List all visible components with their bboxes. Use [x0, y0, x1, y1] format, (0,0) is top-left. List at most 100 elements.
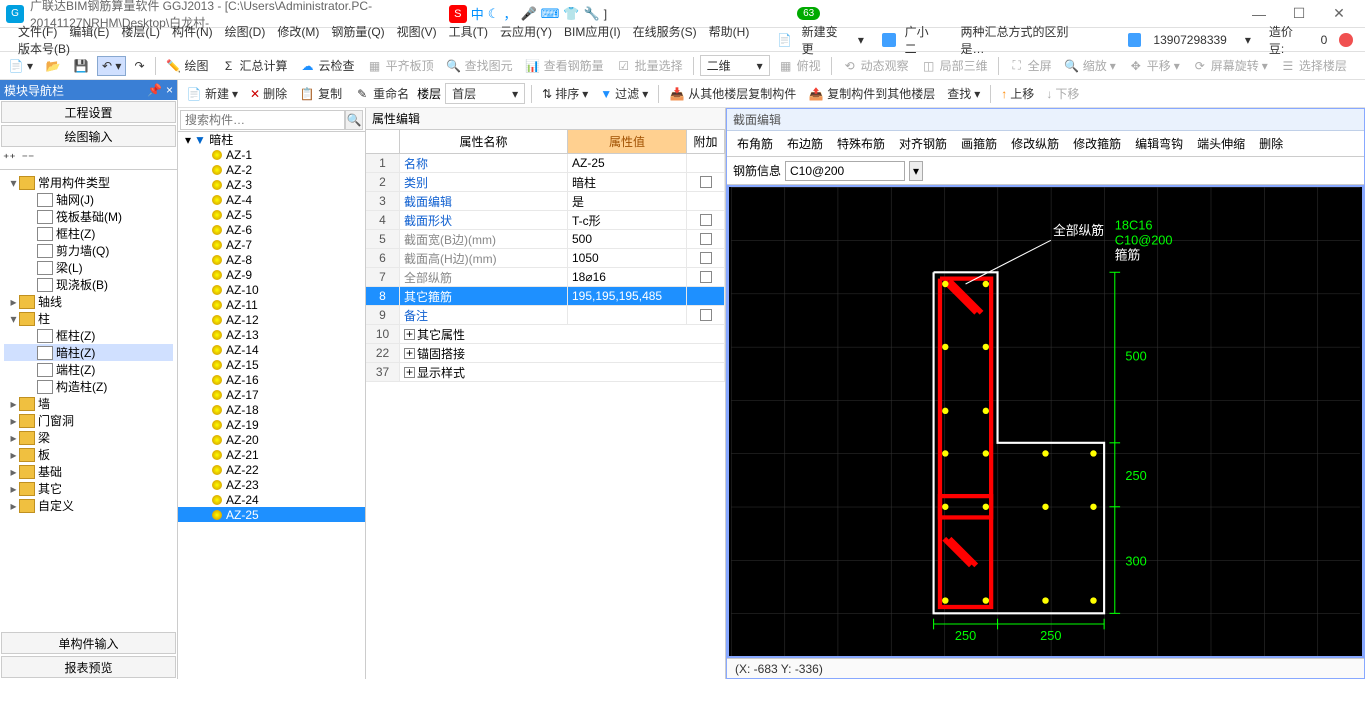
tree-item[interactable]: 框柱(Z) — [4, 225, 173, 242]
property-row[interactable]: 2类别暗柱 — [366, 173, 725, 192]
tree-item[interactable]: 现浇板(B) — [4, 276, 173, 293]
shirt-icon[interactable]: 👕 — [563, 6, 579, 22]
property-row[interactable]: 6截面高(H边)(mm)1050 — [366, 249, 725, 268]
mic-icon[interactable]: 🎤 — [520, 6, 536, 22]
menu-item[interactable]: 楼层(L) — [115, 25, 166, 39]
tree-item[interactable]: ▸板 — [4, 446, 173, 463]
tree-item[interactable]: ▸梁 — [4, 429, 173, 446]
menu-item[interactable]: 帮助(H) — [703, 25, 756, 39]
component-item[interactable]: AZ-21 — [178, 447, 365, 462]
section-tab[interactable]: 修改箍筋 — [1067, 132, 1127, 155]
user-avatar[interactable]: 广小二 — [876, 23, 949, 57]
component-item[interactable]: AZ-19 — [178, 417, 365, 432]
component-item[interactable]: AZ-7 — [178, 237, 365, 252]
tree-item[interactable]: 端柱(Z) — [4, 361, 173, 378]
component-item[interactable]: AZ-10 — [178, 282, 365, 297]
single-comp-button[interactable]: 单构件输入 — [1, 632, 176, 654]
component-item[interactable]: AZ-18 — [178, 402, 365, 417]
tree-item[interactable]: 构造柱(Z) — [4, 378, 173, 395]
menu-item[interactable]: 修改(M) — [271, 25, 325, 39]
sum-button[interactable]: Σ汇总计算 — [217, 55, 292, 76]
tree-item[interactable]: ▸其它 — [4, 480, 173, 497]
menu-item[interactable]: 工具(T) — [443, 25, 494, 39]
tree-item[interactable]: 框柱(Z) — [4, 327, 173, 344]
component-root[interactable]: ▾▼ 暗柱 — [178, 132, 365, 147]
property-row[interactable]: 4截面形状T-c形 — [366, 211, 725, 230]
minimize-button[interactable]: — — [1239, 3, 1279, 25]
open-button[interactable]: 📂 — [41, 56, 65, 76]
project-settings-button[interactable]: 工程设置 — [1, 101, 176, 123]
tree-item[interactable]: ▸自定义 — [4, 497, 173, 514]
property-group[interactable]: 37+显示样式 — [366, 363, 725, 382]
tree-item[interactable]: 剪力墙(Q) — [4, 242, 173, 259]
component-item[interactable]: AZ-20 — [178, 432, 365, 447]
component-item[interactable]: AZ-5 — [178, 207, 365, 222]
collapse-all-icon[interactable]: ⁻⁻ — [22, 151, 35, 166]
property-row[interactable]: 8其它箍筋195,195,195,485 — [366, 287, 725, 306]
section-tab[interactable]: 对齐钢筋 — [893, 132, 953, 155]
tree-item[interactable]: ▸轴线 — [4, 293, 173, 310]
property-row[interactable]: 7全部纵筋18⌀16 — [366, 268, 725, 287]
move-up-button[interactable]: ↑上移 — [997, 83, 1038, 104]
component-item[interactable]: AZ-15 — [178, 357, 365, 372]
search-button[interactable]: 🔍 — [345, 110, 363, 130]
sort-button[interactable]: ⇅排序▾ — [538, 83, 592, 104]
tree-item[interactable]: ▸墙 — [4, 395, 173, 412]
section-canvas[interactable]: 全部纵筋 18C16 C10@200 箍筋 500 250 300 250 25… — [727, 185, 1364, 658]
ime-close[interactable]: ] — [604, 7, 607, 21]
draw-input-button[interactable]: 绘图输入 — [1, 125, 176, 147]
tree-item[interactable]: 筏板基础(M) — [4, 208, 173, 225]
property-row[interactable]: 1名称AZ-25 — [366, 154, 725, 173]
component-item[interactable]: AZ-11 — [178, 297, 365, 312]
close-button[interactable]: ✕ — [1319, 3, 1359, 25]
close-panel-icon[interactable]: × — [166, 83, 173, 97]
save-button[interactable]: 💾 — [69, 56, 93, 76]
draw-button[interactable]: ✏️绘图 — [162, 55, 213, 76]
copy-comp-button[interactable]: 📋复制 — [295, 83, 346, 104]
section-tab[interactable]: 编辑弯钩 — [1129, 132, 1189, 155]
copy-to-floor-button[interactable]: 📤复制构件到其他楼层 — [804, 83, 939, 104]
property-row[interactable]: 3截面编辑是 — [366, 192, 725, 211]
maximize-button[interactable]: ☐ — [1279, 3, 1319, 25]
expand-all-icon[interactable]: ⁺⁺ — [3, 151, 16, 166]
component-item[interactable]: AZ-9 — [178, 267, 365, 282]
filter-button[interactable]: ▼过滤▾ — [596, 83, 652, 104]
component-item[interactable]: AZ-24 — [178, 492, 365, 507]
pin-icon[interactable]: 📌 — [147, 83, 162, 97]
component-tree[interactable]: ▾▼ 暗柱AZ-1AZ-2AZ-3AZ-4AZ-5AZ-6AZ-7AZ-8AZ-… — [178, 132, 365, 679]
component-item[interactable]: AZ-16 — [178, 372, 365, 387]
component-item[interactable]: AZ-13 — [178, 327, 365, 342]
search-input[interactable] — [180, 110, 345, 130]
phone-number[interactable]: 13907298339 — [1147, 33, 1232, 47]
component-item[interactable]: AZ-17 — [178, 387, 365, 402]
floor-select[interactable]: 首层▾ — [445, 83, 525, 104]
menu-item[interactable]: 文件(F) — [12, 25, 63, 39]
component-item[interactable]: AZ-12 — [178, 312, 365, 327]
section-tab[interactable]: 布角筋 — [731, 132, 779, 155]
property-group[interactable]: 22+锚固搭接 — [366, 344, 725, 363]
section-tab[interactable]: 端头伸缩 — [1191, 132, 1251, 155]
rebar-dropdown-icon[interactable]: ▾ — [909, 161, 923, 181]
new-change[interactable]: 📄新建变更▾ — [771, 23, 876, 57]
section-tab[interactable]: 特殊布筋 — [831, 132, 891, 155]
tree-item[interactable]: ▸基础 — [4, 463, 173, 480]
component-item[interactable]: AZ-6 — [178, 222, 365, 237]
menu-item[interactable]: 版本号(B) — [12, 42, 76, 56]
notif-icon[interactable] — [1339, 33, 1353, 47]
find-comp-button[interactable]: 查找▾ — [943, 83, 984, 104]
component-item[interactable]: AZ-3 — [178, 177, 365, 192]
tree-item[interactable]: ▸门窗洞 — [4, 412, 173, 429]
new-comp-button[interactable]: 📄新建▾ — [182, 83, 242, 104]
keyboard-icon[interactable]: ⌨ — [541, 6, 560, 22]
property-row[interactable]: 9备注 — [366, 306, 725, 325]
undo-button[interactable]: ↶ ▾ — [97, 56, 126, 76]
section-tab[interactable]: 删除 — [1253, 132, 1289, 155]
component-item[interactable]: AZ-4 — [178, 192, 365, 207]
section-tab[interactable]: 布边筋 — [781, 132, 829, 155]
section-tab[interactable]: 画箍筋 — [955, 132, 1003, 155]
notice-link[interactable]: 两种汇总方式的区别是… — [954, 23, 1079, 57]
component-item[interactable]: AZ-22 — [178, 462, 365, 477]
component-item[interactable]: AZ-14 — [178, 342, 365, 357]
section-tab[interactable]: 修改纵筋 — [1005, 132, 1065, 155]
menu-item[interactable]: BIM应用(I) — [558, 25, 627, 39]
